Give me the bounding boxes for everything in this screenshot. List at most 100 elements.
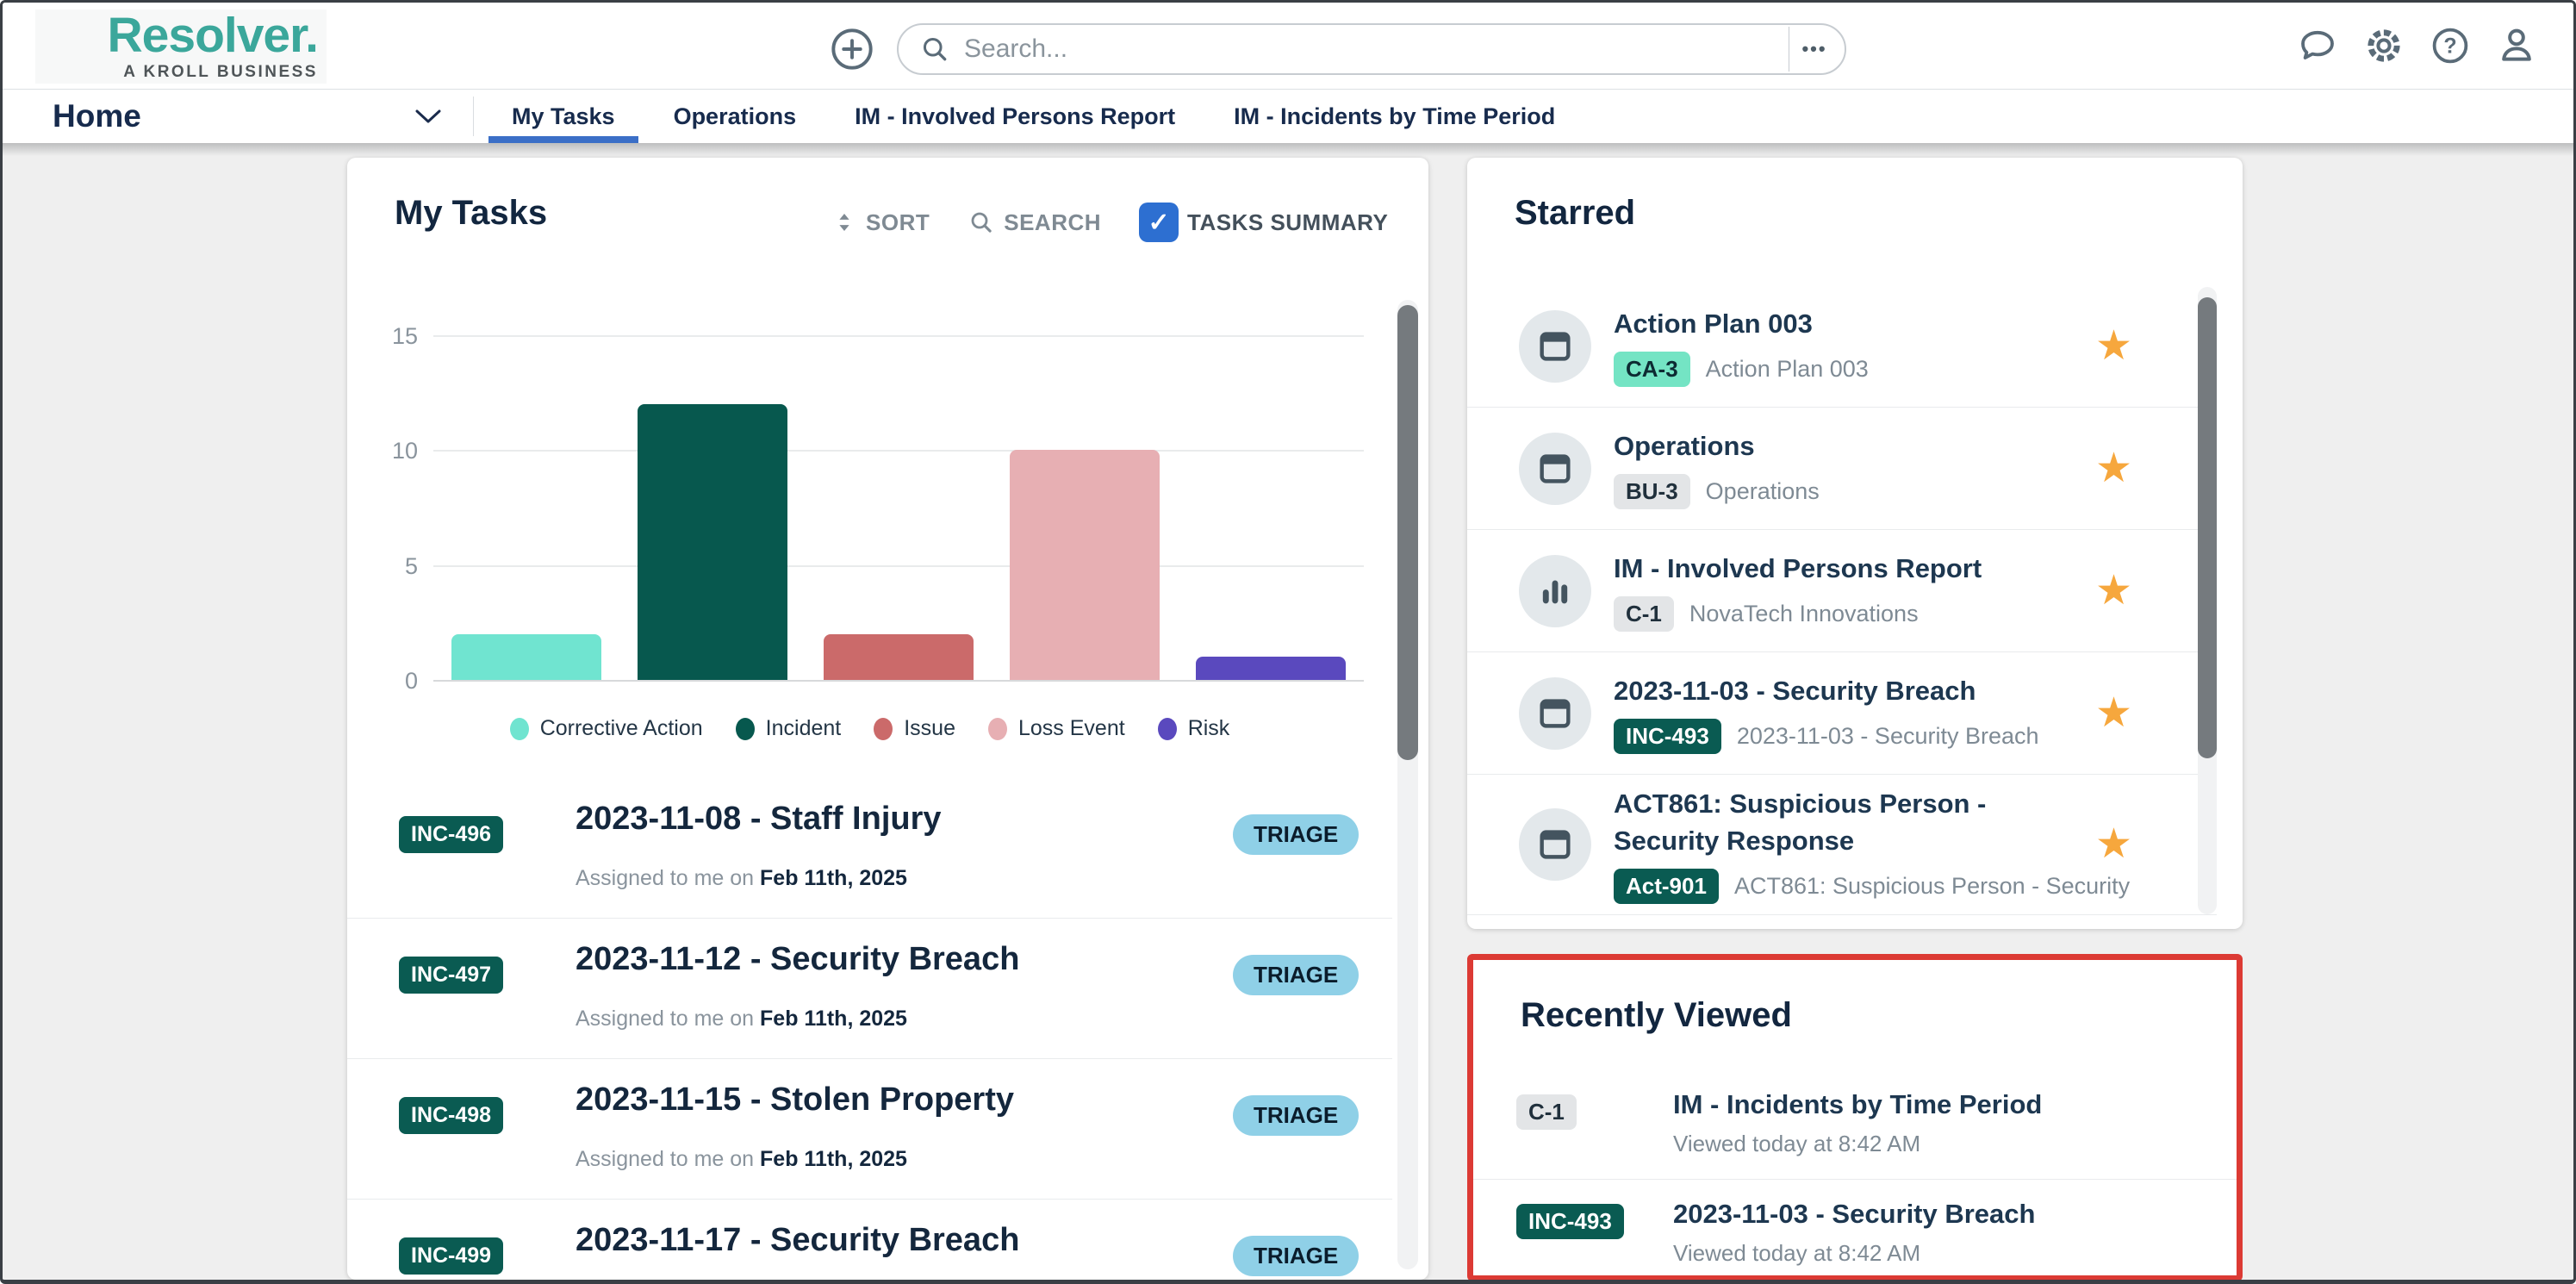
recent-item-title[interactable]: IM - Incidents by Time Period xyxy=(1673,1089,2042,1120)
sort-button[interactable]: SORT xyxy=(831,209,930,236)
legend-dot-icon xyxy=(988,717,1007,740)
task-row[interactable]: INC-497 2023-11-12 - Security Breach TRI… xyxy=(347,919,1392,1059)
sort-icon xyxy=(839,214,849,231)
starred-item-title[interactable]: ACT861: Suspicious Person - Security Res… xyxy=(1614,785,2027,860)
task-row[interactable]: INC-496 2023-11-08 - Staff Injury TRIAGE… xyxy=(347,778,1392,919)
brand-name: Resolver. xyxy=(107,8,319,63)
item-avatar xyxy=(1519,807,1591,881)
starred-item[interactable]: IM - Involved Persons Report C-1 NovaTec… xyxy=(1467,530,2217,652)
task-title[interactable]: 2023-11-08 - Staff Injury xyxy=(576,801,942,838)
item-avatar xyxy=(1519,554,1591,627)
task-title[interactable]: 2023-11-15 - Stolen Property xyxy=(576,1081,1014,1119)
starred-item-title[interactable]: Action Plan 003 xyxy=(1614,305,1869,342)
task-id-badge: INC-498 xyxy=(399,1097,504,1134)
task-status-badge: TRIAGE xyxy=(1233,955,1360,995)
item-id-badge: Act-901 xyxy=(1614,868,1719,904)
tasks-summary-toggle[interactable]: ✓ TASKS SUMMARY xyxy=(1139,203,1388,242)
checkbox-checked-icon[interactable]: ✓ xyxy=(1139,203,1179,242)
search-input[interactable] xyxy=(962,34,1689,65)
chat-button[interactable] xyxy=(2297,25,2338,66)
recent-item-meta: Viewed today at 8:42 AM xyxy=(1673,1240,1921,1266)
item-id-badge: INC-493 xyxy=(1614,718,1721,754)
item-id-badge: BU-3 xyxy=(1614,473,1690,509)
starred-item-title[interactable]: Operations xyxy=(1614,427,1820,464)
nav-tab[interactable]: IM - Incidents by Time Period xyxy=(1210,90,1578,143)
legend-label: Corrective Action xyxy=(539,716,703,740)
task-assigned-meta: Assigned to me on Feb 11th, 2025 xyxy=(576,866,907,891)
item-subtitle: Operations xyxy=(1705,477,1820,504)
tasks-scrollbar[interactable] xyxy=(1397,300,1418,1269)
starred-item-title[interactable]: 2023-11-03 - Security Breach xyxy=(1614,672,2027,709)
recently-viewed-list: C-1 IM - Incidents by Time Period Viewed… xyxy=(1473,1070,2237,1275)
task-row[interactable]: INC-499 2023-11-17 - Security Breach TRI… xyxy=(347,1200,1392,1280)
scrollbar-thumb[interactable] xyxy=(2198,297,2217,758)
resolver-logo[interactable]: Resolver. A KROLL BUSINESS xyxy=(35,9,327,84)
settings-button[interactable] xyxy=(2363,25,2405,66)
task-id-badge: INC-496 xyxy=(399,816,504,853)
starred-card: Starred Action Plan 003 CA-3 Action Plan… xyxy=(1467,158,2243,929)
home-menu[interactable]: Home xyxy=(53,98,141,134)
starred-item[interactable]: ACT861: Suspicious Person - Security Res… xyxy=(1467,775,2217,915)
star-icon[interactable]: ★ xyxy=(2095,692,2132,734)
starred-item[interactable]: 2023-11-03 - Security Breach INC-493 202… xyxy=(1467,652,2217,775)
scrollbar-thumb[interactable] xyxy=(1397,305,1418,760)
nav-divider xyxy=(473,97,474,136)
recent-item[interactable]: INC-493 2023-11-03 - Security Breach Vie… xyxy=(1473,1180,2237,1275)
starred-item[interactable]: Operations BU-3 Operations ★ xyxy=(1467,408,2217,530)
window-icon xyxy=(1540,453,1571,483)
legend-label: Loss Event xyxy=(1018,716,1125,740)
recent-item[interactable]: C-1 IM - Incidents by Time Period Viewed… xyxy=(1473,1070,2237,1180)
chart-plot: 0 5 10 15 xyxy=(392,323,1364,694)
chart-bar xyxy=(1010,450,1160,680)
y-axis-tick: 0 xyxy=(404,668,418,694)
svg-text:?: ? xyxy=(2443,34,2456,58)
nav-shadow xyxy=(3,143,2573,156)
star-icon[interactable]: ★ xyxy=(2095,823,2132,865)
task-status-badge: TRIAGE xyxy=(1233,1095,1360,1136)
legend-label: Incident xyxy=(765,716,842,740)
search-icon xyxy=(971,212,992,233)
item-main: IM - Involved Persons Report C-1 NovaTec… xyxy=(1614,550,1982,632)
recent-item-title[interactable]: 2023-11-03 - Security Breach xyxy=(1673,1199,2035,1230)
task-row[interactable]: INC-498 2023-11-15 - Stolen Property TRI… xyxy=(347,1059,1392,1200)
tab-label: IM - Involved Persons Report xyxy=(855,103,1176,129)
item-subtitle: Action Plan 003 xyxy=(1705,355,1869,382)
starred-item[interactable]: Action Plan 003 CA-3 Action Plan 003 ★ xyxy=(1467,285,2217,408)
starred-title: Starred xyxy=(1515,194,1636,232)
legend-dot-icon xyxy=(874,717,893,740)
search-more-button[interactable]: ••• xyxy=(1791,25,1838,73)
tab-label: Operations xyxy=(673,103,797,129)
chart-bar xyxy=(638,404,787,680)
star-icon[interactable]: ★ xyxy=(2095,325,2132,367)
y-axis-tick: 5 xyxy=(404,552,418,579)
search-tasks-button[interactable]: SEARCH xyxy=(968,209,1101,236)
legend-dot-icon xyxy=(509,717,529,740)
item-main: 2023-11-03 - Security Breach INC-493 202… xyxy=(1614,672,2039,754)
starred-scrollbar[interactable] xyxy=(2198,287,2217,914)
help-button[interactable]: ? xyxy=(2430,25,2471,66)
recently-viewed-title: Recently Viewed xyxy=(1521,996,1792,1034)
recent-item-meta: Viewed today at 8:42 AM xyxy=(1673,1131,1921,1156)
nav-tabs: My Tasks Operations IM - Involved Persons … xyxy=(476,90,1578,143)
search-label: SEARCH xyxy=(1004,209,1102,235)
star-icon[interactable]: ★ xyxy=(2095,447,2132,489)
window-icon xyxy=(1540,830,1571,859)
task-list: INC-496 2023-11-08 - Staff Injury TRIAGE… xyxy=(347,778,1392,1280)
user-account-button[interactable] xyxy=(2496,25,2537,66)
starred-item-title[interactable]: IM - Involved Persons Report xyxy=(1614,550,1982,587)
task-id-badge: INC-497 xyxy=(399,957,504,994)
star-icon[interactable]: ★ xyxy=(2095,570,2132,612)
add-button[interactable] xyxy=(830,27,874,72)
task-title[interactable]: 2023-11-12 - Security Breach xyxy=(576,941,1019,978)
nav-tab[interactable]: Operations xyxy=(650,90,820,143)
nav-tab[interactable]: My Tasks xyxy=(488,90,638,143)
tab-label: IM - Incidents by Time Period xyxy=(1234,103,1556,129)
user-icon xyxy=(2502,28,2531,61)
task-assigned-meta: Assigned to me on Feb 11th, 2025 xyxy=(576,1007,907,1032)
chevron-down-icon[interactable] xyxy=(414,109,442,126)
nav-tab[interactable]: IM - Involved Persons Report xyxy=(831,90,1198,143)
legend-item: Issue xyxy=(874,716,955,741)
plus-circle-icon xyxy=(831,28,873,70)
task-title[interactable]: 2023-11-17 - Security Breach xyxy=(576,1222,1019,1259)
chart-bar xyxy=(1196,657,1346,680)
